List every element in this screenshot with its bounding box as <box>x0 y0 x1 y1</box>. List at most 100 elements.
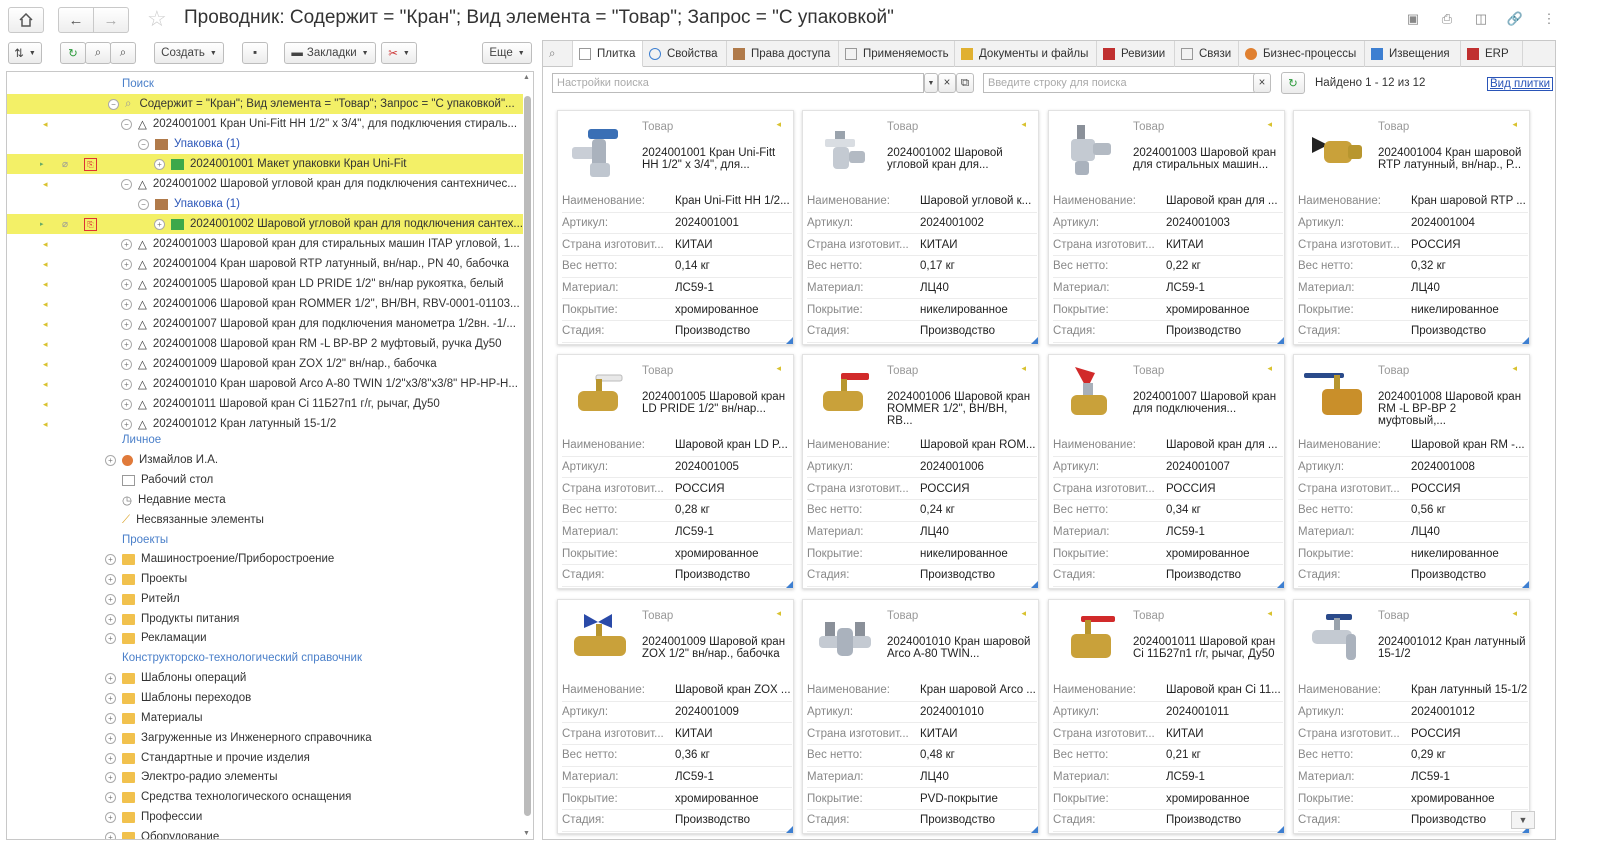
product-card[interactable]: Товар ◂ 2024001005 Шаровой кран LD PRIDE 1… <box>557 354 794 589</box>
tree-item[interactable]: ▸ ⌀ ⎘ + 2024001002 Шаровой угловой кран … <box>7 214 523 234</box>
tree-folder[interactable]: + Рекламации <box>7 628 523 648</box>
tree-item-unlinked[interactable]: ⟋ Несвязанные элементы <box>7 510 523 530</box>
bookmarks-dropdown[interactable]: ▬ Закладки ▼ <box>284 42 376 64</box>
tree-item[interactable]: ▸ ⌀ ⎘ + 2024001001 Макет упаковки Кран U… <box>7 154 523 174</box>
tab-tiles[interactable]: Плитка <box>573 41 643 67</box>
tree-item[interactable]: ◂ + △ 2024001004 Кран шаровой RTP латунный,… <box>7 254 523 274</box>
tree-item[interactable]: ◂ − △ 2024001001 Кран Uni-Fitt НН 1/2" х… <box>7 114 523 134</box>
section-search[interactable]: Поиск <box>122 74 533 94</box>
product-card[interactable]: Товар ◂ 2024001007 Шаровой кран для подклю… <box>1048 354 1285 589</box>
expand-icon[interactable]: + <box>105 732 116 744</box>
pin-icon[interactable]: ◂ <box>776 363 781 374</box>
expand-icon[interactable]: + <box>121 398 132 410</box>
pin-icon[interactable]: ◂ <box>776 608 781 619</box>
expand-icon[interactable]: + <box>105 712 116 724</box>
settings-open-button[interactable]: ⧉ <box>956 73 974 93</box>
search-refresh-button[interactable]: ↻ <box>1281 72 1305 94</box>
more-dropdown[interactable]: Еще ▼ <box>482 42 532 64</box>
product-card[interactable]: Товар ◂ 2024001001 Кран Uni-Fitt НН 1/2" х… <box>557 110 794 345</box>
tree-item[interactable]: ◂ + △ 2024001003 Шаровой кран для стиральны… <box>7 234 523 254</box>
tree-folder[interactable]: + Оборудование <box>7 827 523 839</box>
tree-item[interactable]: ◂ + △ 2024001007 Шаровой кран для подключен… <box>7 314 523 334</box>
tree-folder[interactable]: + Шаблоны переходов <box>7 688 523 708</box>
tab-erp[interactable]: ERP <box>1461 41 1523 67</box>
pin-icon[interactable]: ◂ <box>1021 608 1026 619</box>
expand-icon[interactable]: + <box>121 338 132 350</box>
pin-icon[interactable]: ◂ <box>1267 608 1272 619</box>
pin-icon[interactable]: ◂ <box>1512 363 1517 374</box>
section-projects[interactable]: Проекты <box>122 530 533 550</box>
expand-icon[interactable]: + <box>121 318 132 330</box>
tree-item[interactable]: − Упаковка (1) <box>7 134 523 154</box>
tree-folder[interactable]: + Загруженные из Инженерного справочника <box>7 728 523 748</box>
expand-icon[interactable]: + <box>121 238 132 250</box>
tree-folder[interactable]: + Профессии <box>7 807 523 827</box>
pin-icon[interactable]: ◂ <box>1021 119 1026 130</box>
expand-icon[interactable]: + <box>121 378 132 390</box>
tree-folder[interactable]: + Стандартные и прочие изделия <box>7 748 523 768</box>
expand-icon[interactable]: + <box>105 573 116 585</box>
scroll-down-button[interactable]: ▼ <box>1511 811 1535 829</box>
collapse-icon[interactable]: − <box>138 198 149 210</box>
pin-icon[interactable]: ◂ <box>1021 363 1026 374</box>
settings-clear-button[interactable]: × <box>938 73 956 93</box>
expand-icon[interactable]: + <box>121 298 132 310</box>
collapse-icon[interactable]: − <box>121 118 132 130</box>
preview-icon[interactable]: ◫ <box>1466 8 1496 30</box>
tree-item-recent[interactable]: ◷ Недавние места <box>7 490 523 510</box>
expand-icon[interactable]: + <box>121 278 132 290</box>
expand-icon[interactable]: + <box>105 811 116 823</box>
expand-icon[interactable]: + <box>105 692 116 704</box>
scroll-thumb[interactable] <box>524 96 531 816</box>
expand-icon[interactable]: + <box>105 791 116 803</box>
create-dropdown[interactable]: Создать ▼ <box>154 42 224 64</box>
search-clear-button[interactable]: × <box>1253 73 1271 93</box>
section-personal[interactable]: Личное <box>122 430 533 450</box>
tree-query-row[interactable]: − ⌕ Содержит = "Кран"; Вид элемента = "Т… <box>7 94 523 114</box>
settings-dropdown-button[interactable]: ▼ <box>924 73 938 93</box>
tree-item-user[interactable]: + Измайлов И.А. <box>7 450 523 470</box>
expand-icon[interactable]: + <box>121 258 132 270</box>
tree-scrollbar[interactable]: ▲ ▼ <box>523 74 532 837</box>
product-card[interactable]: Товар ◂ 2024001002 Шаровой угловой кран дл… <box>802 110 1039 345</box>
view-mode-link[interactable]: Вид плитки <box>1487 77 1554 91</box>
home-button[interactable] <box>8 7 44 33</box>
product-card[interactable]: Товар ◂ 2024001003 Шаровой кран для стирал… <box>1048 110 1285 345</box>
pin-icon[interactable]: ◂ <box>1512 608 1517 619</box>
product-card[interactable]: Товар ◂ 2024001010 Кран шаровой Arco A-80 … <box>802 599 1039 834</box>
tree-item[interactable]: − Упаковка (1) <box>7 194 523 214</box>
product-card[interactable]: Товар ◂ 2024001012 Кран латунный 15-1/2 Наи… <box>1293 599 1530 834</box>
pin-icon[interactable]: ◂ <box>1267 119 1272 130</box>
scroll-down-icon[interactable]: ▼ <box>523 830 530 837</box>
tree-folder[interactable]: + Шаблоны операций <box>7 668 523 688</box>
tab-notices[interactable]: Извещения <box>1365 41 1461 67</box>
tree-item-desktop[interactable]: Рабочий стол <box>7 470 523 490</box>
expand-icon[interactable]: + <box>105 831 116 839</box>
tab-revisions[interactable]: Ревизии <box>1097 41 1175 67</box>
expand-icon[interactable]: + <box>154 158 165 170</box>
collapse-icon[interactable]: − <box>138 138 149 150</box>
expand-arrow-icon[interactable]: ▸ <box>40 220 44 228</box>
tree-folder[interactable]: + Электро-радио элементы <box>7 767 523 787</box>
expand-icon[interactable]: + <box>105 632 116 644</box>
tree-folder[interactable]: + Продукты питания <box>7 609 523 629</box>
scroll-up-icon[interactable]: ▲ <box>523 74 530 81</box>
tree-item[interactable]: ◂ + △ 2024001010 Кран шаровой Arco A-80 TWI… <box>7 374 523 394</box>
search-settings-field[interactable]: Настройки поиска <box>552 73 924 93</box>
expand-icon[interactable]: + <box>121 358 132 370</box>
expand-arrow-icon[interactable]: ▸ <box>40 160 44 168</box>
search-input[interactable]: Введите строку для поиска <box>983 73 1255 93</box>
tree-folder[interactable]: + Машиностроение/Приборостроение <box>7 549 523 569</box>
pin-icon[interactable]: ◂ <box>1512 119 1517 130</box>
tree-folder[interactable]: + Средства технологического оснащения <box>7 787 523 807</box>
product-card[interactable]: Товар ◂ 2024001011 Шаровой кран Ci 11Б27п1… <box>1048 599 1285 834</box>
more-vertical-icon[interactable]: ⋮ <box>1534 8 1564 30</box>
forward-button[interactable]: → <box>93 7 129 33</box>
tools-dropdown[interactable]: ✂ ▼ <box>381 42 417 64</box>
print-icon[interactable]: ⎙ <box>1432 8 1462 30</box>
product-card[interactable]: Товар ◂ 2024001004 Кран шаровой RTP латунн… <box>1293 110 1530 345</box>
expand-icon[interactable]: + <box>153 218 165 230</box>
tab-links[interactable]: Связи <box>1175 41 1239 67</box>
collapse-icon[interactable]: − <box>108 98 119 110</box>
link-icon[interactable]: 🔗 <box>1500 8 1530 30</box>
